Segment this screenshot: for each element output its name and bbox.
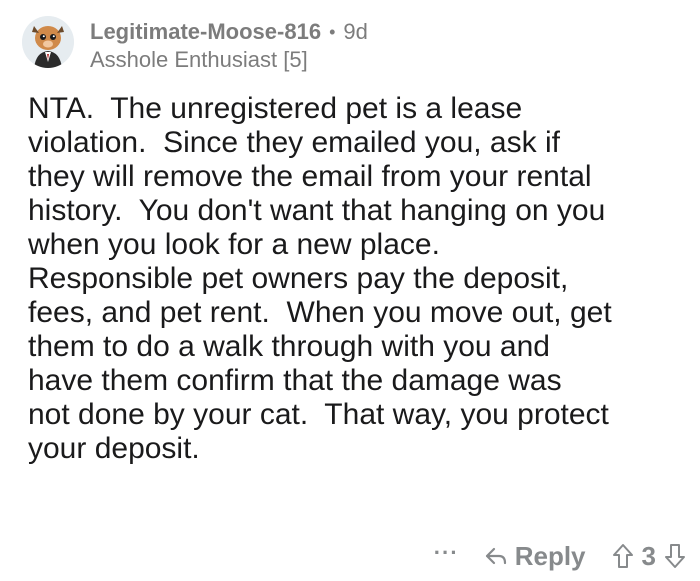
reply-button[interactable]: Reply xyxy=(485,541,586,572)
reply-label: Reply xyxy=(514,540,586,571)
author-row: Legitimate-Moose-816 • 9d xyxy=(90,18,368,46)
avatar-icon[interactable] xyxy=(22,16,74,68)
upvote-icon[interactable] xyxy=(612,543,634,569)
vote-controls: 3 xyxy=(612,541,686,572)
comment-age: 9d xyxy=(343,19,368,44)
comment-actions: ··· Reply 3 xyxy=(434,539,686,573)
more-icon[interactable]: ··· xyxy=(434,540,459,566)
user-flair: Asshole Enthusiast [5] xyxy=(90,47,308,72)
comment-meta: Legitimate-Moose-816 • 9d Asshole Enthus… xyxy=(90,18,368,74)
meta-separator: • xyxy=(329,22,336,42)
username[interactable]: Legitimate-Moose-816 xyxy=(90,18,321,46)
score-count: 3 xyxy=(641,540,656,571)
comment-card: Legitimate-Moose-816 • 9d Asshole Enthus… xyxy=(0,0,700,581)
comment-body: NTA. The unregistered pet is a lease vio… xyxy=(28,92,612,465)
downvote-icon[interactable] xyxy=(664,543,686,569)
reply-icon xyxy=(485,546,515,566)
comment-header: Legitimate-Moose-816 • 9d Asshole Enthus… xyxy=(22,16,368,76)
